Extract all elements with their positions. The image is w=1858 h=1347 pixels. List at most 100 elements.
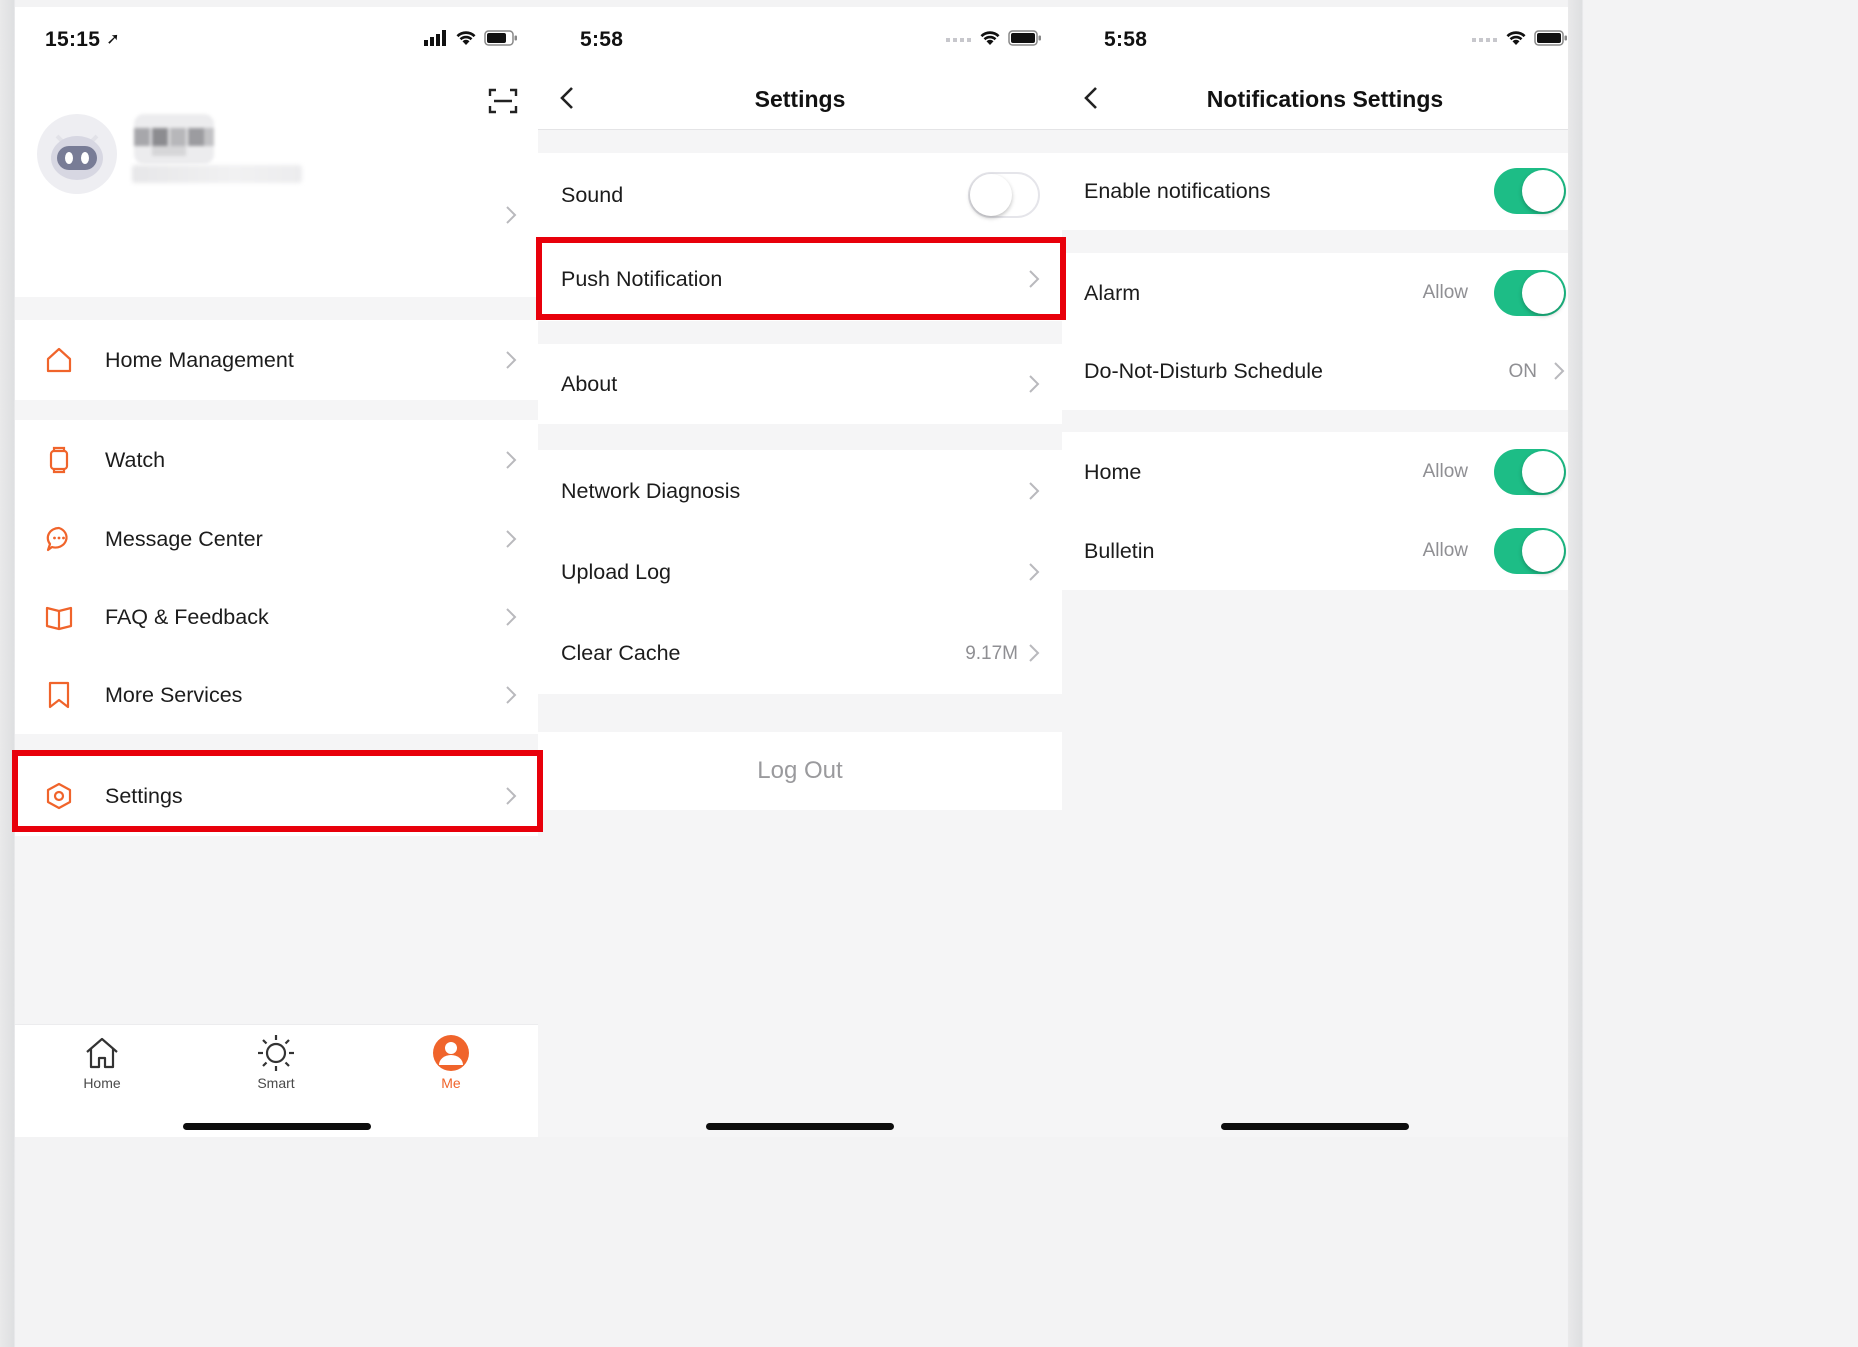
nav-bar: Settings	[538, 67, 1062, 130]
tab-bar: Home Smart Me	[15, 1024, 538, 1137]
wifi-icon	[980, 31, 1000, 45]
setting-row-push-notification[interactable]: Push Notification	[538, 237, 1062, 321]
cache-size-value: 9.17M	[965, 642, 1018, 664]
menu-label: Watch	[105, 447, 166, 472]
alarm-status-value: Allow	[1422, 282, 1468, 303]
toggle-knob	[1522, 530, 1564, 572]
message-bubble-icon	[46, 526, 68, 552]
sun-icon	[258, 1035, 294, 1071]
menu-label: More Services	[105, 682, 243, 707]
chevron-right-icon	[506, 351, 517, 369]
menu-item-faq-feedback[interactable]: FAQ & Feedback	[15, 578, 538, 656]
scan-icon[interactable]	[488, 87, 518, 115]
setting-row-alarm: Alarm Allow	[1062, 253, 1568, 333]
setting-label: Do-Not-Disturb Schedule	[1084, 359, 1323, 383]
menu-item-message-center[interactable]: Message Center	[15, 500, 538, 578]
setting-label: Upload Log	[561, 560, 671, 584]
setting-label: Sound	[561, 182, 624, 207]
setting-label: Home	[1084, 459, 1142, 484]
bulletin-toggle[interactable]	[1494, 528, 1566, 574]
toggle-knob	[970, 174, 1012, 216]
diagnostics-group: Network Diagnosis Upload Log Clear Cache…	[538, 450, 1062, 694]
setting-label: Enable notifications	[1084, 179, 1271, 203]
cellular-signal-icon	[946, 37, 971, 42]
notifications-settings-screen: 5:58 Notifications Settings Enable notif…	[1062, 7, 1568, 1137]
menu-label: Message Center	[105, 526, 263, 551]
home-management-group: Home Management	[15, 320, 538, 400]
robot-avatar-icon	[51, 134, 103, 180]
menu-label: Home Management	[105, 347, 294, 372]
menu-label: Settings	[105, 783, 183, 808]
bulletin-status-value: Allow	[1422, 540, 1468, 561]
chevron-right-icon	[506, 686, 517, 704]
menu-item-more-services[interactable]: More Services	[15, 656, 538, 734]
home-status-value: Allow	[1422, 461, 1468, 482]
menu-label: FAQ & Feedback	[105, 604, 269, 629]
toggle-knob	[1522, 170, 1564, 212]
status-bar: 5:58	[538, 7, 1062, 67]
status-time: 15:15 ➚	[45, 28, 120, 51]
enable-notifications-toggle[interactable]	[1494, 168, 1566, 214]
battery-icon	[1008, 29, 1041, 46]
house-icon	[46, 347, 72, 373]
page-title: Notifications Settings	[1206, 86, 1444, 112]
status-bar: 5:58	[1062, 7, 1568, 67]
setting-row-home: Home Allow	[1062, 432, 1568, 512]
bookmark-icon	[48, 681, 70, 709]
alarm-toggle[interactable]	[1494, 270, 1566, 316]
tab-home[interactable]: Home	[52, 1033, 152, 1091]
chevron-right-icon	[506, 608, 517, 626]
menu-item-watch[interactable]: Watch	[15, 420, 538, 500]
home-indicator	[1221, 1123, 1409, 1130]
settings-screen: 5:58 Settings Sound Push Notification Ab…	[538, 7, 1062, 1137]
setting-row-bulletin: Bulletin Allow	[1062, 512, 1568, 590]
setting-label: Clear Cache	[561, 641, 681, 665]
logout-button[interactable]: Log Out	[538, 732, 1062, 810]
setting-label: Bulletin	[1084, 538, 1155, 563]
battery-icon	[1534, 29, 1567, 46]
nav-bar: Notifications Settings	[1062, 67, 1568, 130]
tab-label: Me	[441, 1075, 461, 1091]
tab-smart[interactable]: Smart	[226, 1033, 326, 1091]
toggle-knob	[1522, 451, 1564, 493]
cellular-signal-icon	[1472, 37, 1497, 42]
features-group: Watch Message Center FAQ & Feedback More…	[15, 420, 538, 734]
sound-toggle[interactable]	[968, 172, 1040, 218]
menu-item-home-management[interactable]: Home Management	[15, 320, 538, 400]
enable-group: Enable notifications	[1062, 153, 1568, 230]
setting-row-upload-log[interactable]: Upload Log	[538, 532, 1062, 613]
location-arrow-icon: ➚	[106, 31, 120, 48]
menu-item-settings[interactable]: Settings	[15, 756, 538, 836]
wifi-icon	[456, 31, 476, 45]
chevron-right-icon	[1029, 482, 1040, 500]
blurred-account-id	[132, 165, 302, 183]
chevron-right-icon	[506, 787, 517, 805]
tab-me[interactable]: Me	[401, 1033, 501, 1091]
book-icon	[45, 606, 73, 631]
setting-label: Alarm	[1084, 280, 1141, 305]
setting-label: Push Notification	[561, 266, 723, 291]
page-title: Settings	[754, 86, 846, 112]
profile-chevron-right-icon	[506, 206, 517, 224]
chevron-right-icon	[1029, 644, 1040, 662]
person-filled-icon	[433, 1035, 469, 1071]
setting-row-do-not-disturb[interactable]: Do-Not-Disturb Schedule ON	[1062, 333, 1568, 410]
chevron-right-icon	[1029, 563, 1040, 581]
tab-label: Home	[83, 1075, 121, 1091]
house-outline-icon	[86, 1037, 118, 1069]
alarm-group: Alarm Allow Do-Not-Disturb Schedule ON	[1062, 253, 1568, 410]
blurred-username	[132, 114, 217, 164]
setting-row-network-diagnosis[interactable]: Network Diagnosis	[538, 450, 1062, 532]
setting-row-enable-notifications: Enable notifications	[1062, 153, 1568, 230]
status-bar: 15:15 ➚	[15, 7, 538, 67]
avatar[interactable]	[37, 114, 117, 194]
cellular-signal-icon	[424, 29, 446, 46]
home-toggle[interactable]	[1494, 449, 1566, 495]
dnd-status-value: ON	[1508, 360, 1538, 382]
setting-row-clear-cache[interactable]: Clear Cache 9.17M	[538, 613, 1062, 694]
setting-row-about[interactable]: About	[538, 344, 1062, 424]
chevron-right-icon	[506, 451, 517, 469]
about-group: About	[538, 344, 1062, 424]
home-indicator	[182, 1123, 371, 1130]
me-screen: 15:15 ➚ Home Management Watch Message Cen…	[15, 7, 538, 1137]
